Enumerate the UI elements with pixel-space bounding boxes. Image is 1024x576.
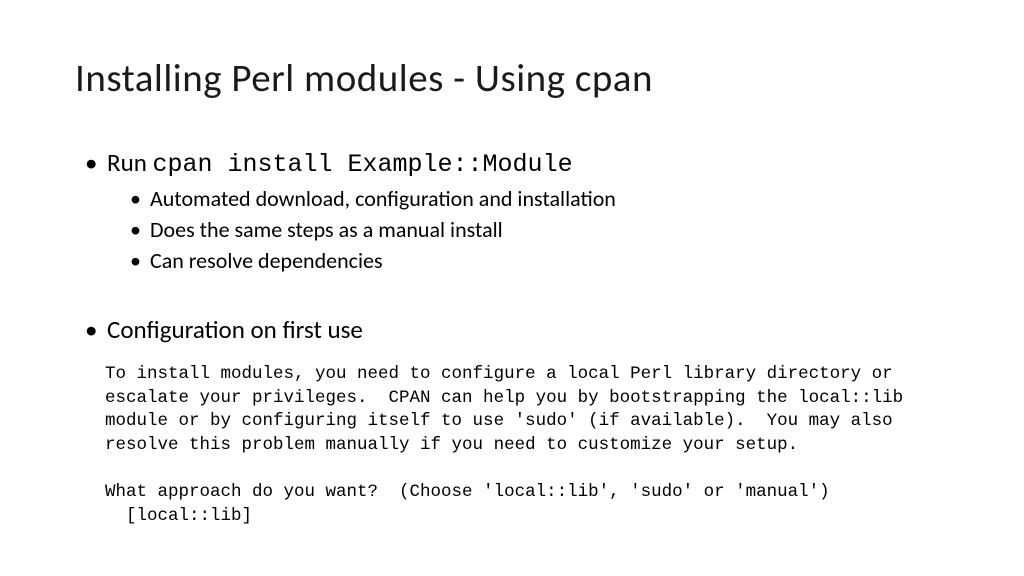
sub-bullet-same-steps: Does the same steps as a manual install [130,216,949,243]
sub-bullet-automated: Automated download, configuration and in… [130,185,949,212]
slide-title: Installing Perl modules - Using cpan [75,55,949,102]
bullet-run-prefix: Run [107,147,153,178]
code-output: To install modules, you need to configur… [105,363,949,528]
sub-bullet-dependencies: Can resolve dependencies [130,247,949,274]
bullet-configuration: Configuration on first use [85,314,949,345]
bullet-run-command: cpan install Example::Module [153,150,573,179]
bullet-run-cpan: Run cpan install Example::Module [85,147,949,179]
